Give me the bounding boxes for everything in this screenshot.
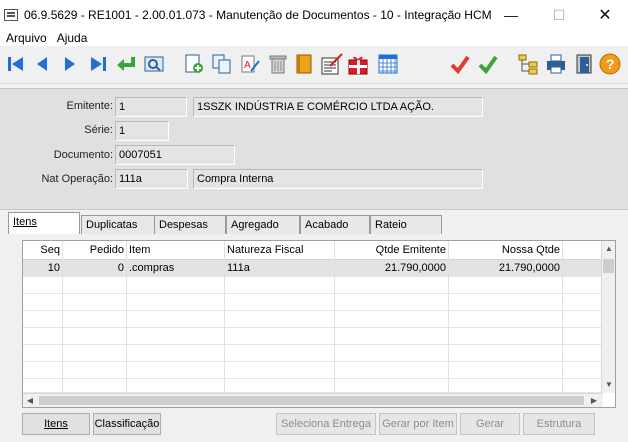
next-icon[interactable] [58,52,82,76]
document-header-form: Emitente: 1 1SSZK INDÚSTRIA E COMÉRCIO L… [0,88,628,210]
empty-row [23,277,603,294]
itens-button[interactable]: Itens [22,413,90,435]
horizontal-scrollbar[interactable]: ◀ ▶ [23,393,603,407]
last-icon[interactable] [86,52,110,76]
natop-label: Nat Operação: [41,173,113,185]
vertical-scroll-thumb[interactable] [603,259,614,273]
gerar-button[interactable]: Gerar [460,413,520,435]
tree-icon[interactable] [516,52,540,76]
tab-agregado[interactable]: Agregado [226,215,300,234]
minimize-button[interactable]: — [488,0,534,30]
menu-arquivo[interactable]: Arquivo [6,31,47,45]
grid-header: Seq Pedido Item Natureza Fiscal Qtde Emi… [23,241,603,260]
scroll-down-icon[interactable]: ▼ [602,379,616,391]
vertical-scrollbar[interactable]: ▲ ▼ [601,241,615,393]
emitente-label: Emitente: [66,100,113,112]
gerar-por-item-button[interactable]: Gerar por Item [379,413,457,435]
tab-rateio[interactable]: Rateio [370,215,442,234]
zoom-icon[interactable] [142,52,166,76]
copy-icon[interactable] [210,52,234,76]
tab-duplicatas[interactable]: Duplicatas [81,215,155,234]
menu-ajuda[interactable]: Ajuda [57,31,88,45]
edit-icon[interactable]: A [238,52,262,76]
column-header-qtde-emitente[interactable]: Qtde Emitente [335,241,449,260]
empty-row [23,294,603,311]
horizontal-scroll-thumb[interactable] [39,396,584,405]
print-icon[interactable] [544,52,568,76]
column-header-seq[interactable]: Seq [23,241,63,260]
documento-label: Documento: [53,149,113,161]
return-icon[interactable] [114,52,138,76]
scroll-up-icon[interactable]: ▲ [602,243,616,255]
confirm-icon[interactable] [476,52,500,76]
close-button[interactable]: ✕ [582,0,628,30]
scroll-right-icon[interactable]: ▶ [587,394,601,408]
documento-field[interactable]: 0007051 [115,145,235,165]
maximize-button[interactable]: ☐ [536,0,582,30]
empty-row [23,379,603,396]
gift-icon[interactable] [346,52,370,76]
notes-icon[interactable] [320,52,344,76]
book-icon[interactable] [292,52,316,76]
svg-text:?: ? [606,56,615,72]
empty-row [23,311,603,328]
natop-code-field[interactable]: 111a [115,169,188,189]
column-header-nossa-qtde[interactable]: Nossa Qtde [449,241,563,260]
help-icon[interactable]: ? [598,52,622,76]
column-header-natureza-fiscal[interactable]: Natureza Fiscal [225,241,335,260]
empty-row [23,345,603,362]
cancel-icon[interactable] [448,52,472,76]
menu-bar: Arquivo Ajuda [0,30,628,46]
cell-item: .compras [127,260,225,277]
serie-field[interactable]: 1 [115,121,169,141]
cell-qtde-emitente: 21.790,0000 [335,260,449,277]
serie-label: Série: [84,124,113,136]
table-row[interactable]: 10 0 .compras 111a 21.790,0000 21.790,00… [23,260,603,277]
classificacao-button[interactable]: Classificação [93,413,161,435]
seleciona-entrega-button[interactable]: Seleciona Entrega [276,413,376,435]
cell-pedido: 0 [63,260,127,277]
svg-text:A: A [244,60,251,71]
tab-acabado[interactable]: Acabado [300,215,370,234]
new-icon[interactable] [182,52,206,76]
emitente-name-field: 1SSZK INDÚSTRIA E COMÉRCIO LTDA AÇÃO. [193,97,483,117]
toolbar: A ? [0,46,628,84]
emitente-code-field[interactable]: 1 [115,97,187,117]
calendar-icon[interactable] [376,52,400,76]
column-header-pedido[interactable]: Pedido [63,241,127,260]
tab-itens[interactable]: Itens [8,212,80,234]
cell-natureza-fiscal: 111a [225,260,335,277]
estrutura-button[interactable]: Estrutura [523,413,595,435]
scroll-left-icon[interactable]: ◀ [23,394,37,408]
natop-desc-field: Compra Interna [193,169,483,189]
items-grid[interactable]: Seq Pedido Item Natureza Fiscal Qtde Emi… [22,240,616,408]
title-bar: 06.9.5629 - RE1001 - 2.00.01.073 - Manut… [0,0,628,30]
delete-icon[interactable] [266,52,290,76]
cell-nossa-qtde: 21.790,0000 [449,260,563,277]
prev-icon[interactable] [30,52,54,76]
first-icon[interactable] [4,52,28,76]
app-icon [4,9,18,21]
column-header-item[interactable]: Item [127,241,225,260]
exit-icon[interactable] [572,52,596,76]
window-title: 06.9.5629 - RE1001 - 2.00.01.073 - Manut… [24,8,494,22]
tab-despesas[interactable]: Despesas [154,215,226,234]
cell-seq: 10 [23,260,63,277]
empty-row [23,328,603,345]
empty-row [23,362,603,379]
